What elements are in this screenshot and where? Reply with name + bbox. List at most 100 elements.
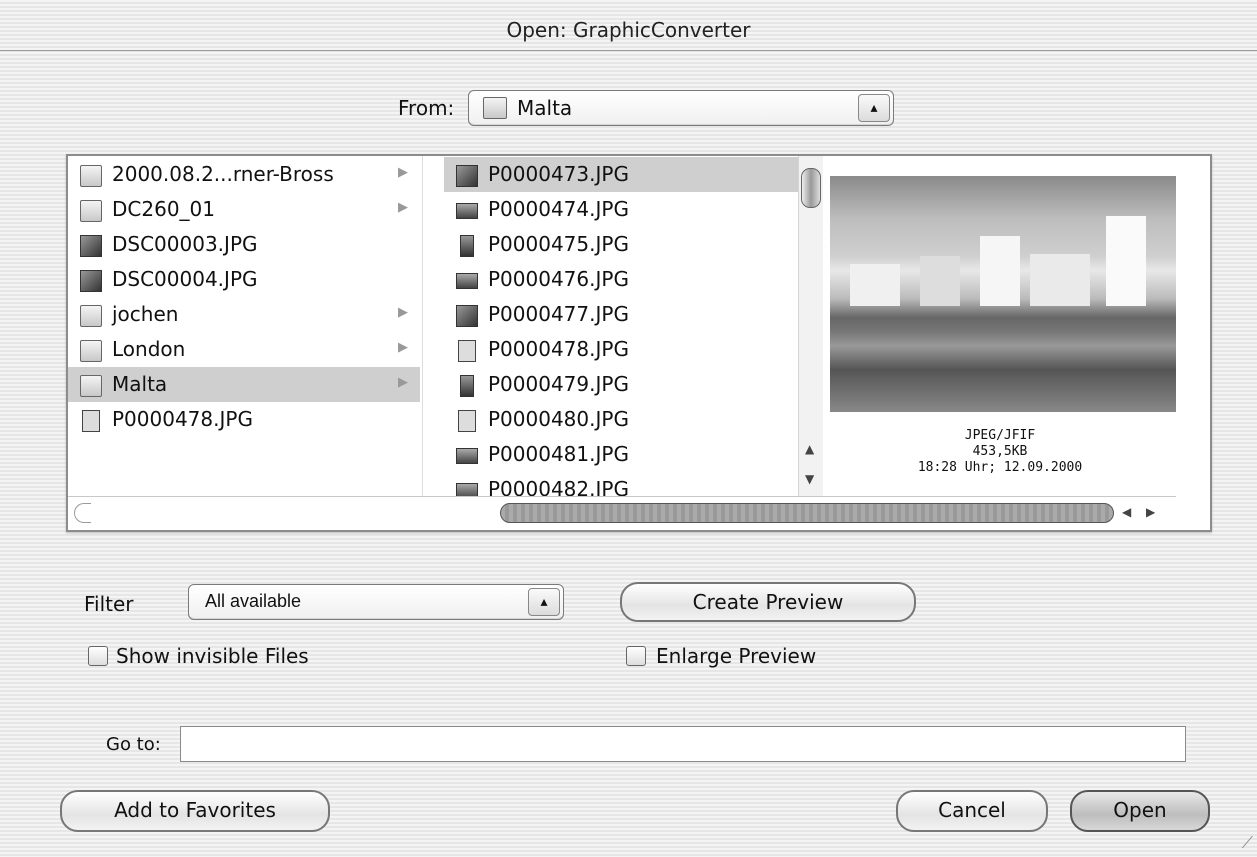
photo-icon [456, 273, 478, 289]
photo-icon [456, 448, 478, 464]
browser-column-right: P0000473.JPG P0000474.JPG P0000475.JPG P000… [444, 156, 798, 496]
goto-label: Go to: [106, 734, 161, 755]
list-item-label: P0000478.JPG [112, 407, 253, 431]
list-item[interactable]: 2000.08.2...rner-Bross ▶ [68, 157, 420, 192]
preview-format: JPEG/JFIF [964, 428, 1036, 443]
list-item-label: Malta [112, 372, 168, 396]
photo-icon [460, 375, 474, 397]
filter-value: All available [205, 591, 302, 611]
list-item-label: P0000478.JPG [488, 337, 629, 361]
photo-icon [458, 410, 476, 432]
list-item[interactable]: P0000478.JPG [444, 332, 798, 367]
title-bar: Open: GraphicConverter [0, 0, 1257, 51]
enlarge-preview-checkbox[interactable] [626, 646, 646, 666]
add-to-favorites-button[interactable]: Add to Favorites [60, 790, 330, 832]
photo-icon [460, 235, 474, 257]
show-invisible-label: Show invisible Files [116, 644, 309, 668]
disclosure-arrow-icon: ▶ [398, 305, 408, 320]
list-item[interactable]: P0000479.JPG [444, 367, 798, 402]
list-item[interactable]: DSC00004.JPG [68, 262, 420, 297]
list-item-label: P0000475.JPG [488, 232, 629, 256]
photo-icon [456, 203, 478, 219]
cancel-button[interactable]: Cancel [896, 790, 1048, 832]
file-browser[interactable]: 2000.08.2...rner-Bross ▶ DC260_01 ▶ DSC00003… [66, 154, 1212, 532]
list-item[interactable]: P0000481.JPG [444, 437, 798, 472]
scroll-up-icon[interactable]: ▲ [805, 442, 814, 456]
list-item-label: P0000479.JPG [488, 372, 629, 396]
horizontal-scrollbar[interactable]: ◀ ▶ [68, 496, 1176, 527]
preview-info: JPEG/JFIF 453,5KB 18:28 Uhr; 12.09.2000 [824, 428, 1176, 476]
list-item[interactable]: P0000476.JPG [444, 262, 798, 297]
scroll-left-icon[interactable]: ◀ [1122, 505, 1131, 519]
folder-icon [80, 375, 102, 397]
browser-column-left: 2000.08.2...rner-Bross ▶ DC260_01 ▶ DSC00003… [68, 156, 420, 496]
vertical-scrollbar[interactable]: ▲ ▼ [798, 156, 823, 496]
disclosure-arrow-icon: ▶ [398, 200, 408, 215]
enlarge-preview-label: Enlarge Preview [656, 644, 817, 668]
popup-arrows-icon: ▴ [858, 94, 890, 122]
preview-pane: JPEG/JFIF 453,5KB 18:28 Uhr; 12.09.2000 [824, 156, 1176, 496]
window-title: Open: GraphicConverter [506, 18, 751, 42]
list-item[interactable]: jochen ▶ [68, 297, 420, 332]
list-item-label: P0000476.JPG [488, 267, 629, 291]
folder-icon [80, 200, 102, 222]
list-item-label: DSC00003.JPG [112, 232, 258, 256]
resize-grip-icon[interactable]: ⟋ [1242, 833, 1253, 853]
scroll-right-icon[interactable]: ▶ [1146, 505, 1155, 519]
from-popup[interactable]: Malta ▴ [468, 90, 894, 126]
list-item[interactable]: DC260_01 ▶ [68, 192, 420, 227]
popup-arrows-icon: ▴ [528, 588, 560, 616]
goto-input[interactable] [180, 726, 1186, 762]
column-divider [422, 156, 423, 496]
list-item-label: jochen [112, 302, 179, 326]
filter-popup[interactable]: All available ▴ [188, 584, 564, 620]
photo-icon [456, 305, 478, 327]
list-item-label: P0000473.JPG [488, 162, 629, 186]
list-item[interactable]: DSC00003.JPG [68, 227, 420, 262]
list-item[interactable]: London ▶ [68, 332, 420, 367]
horizontal-scroll-track-start [74, 503, 91, 523]
list-item-label: P0000481.JPG [488, 442, 629, 466]
disclosure-arrow-icon: ▶ [398, 375, 408, 390]
folder-icon [80, 305, 102, 327]
file-icon [82, 410, 100, 432]
scroll-down-icon[interactable]: ▼ [805, 472, 814, 486]
preview-size: 453,5KB [972, 444, 1028, 459]
list-item[interactable]: P0000473.JPG [444, 157, 798, 192]
folder-icon [483, 97, 507, 119]
list-item-label: P0000474.JPG [488, 197, 629, 221]
list-item[interactable]: Malta ▶ [68, 367, 420, 402]
preview-image [830, 176, 1176, 412]
open-button[interactable]: Open [1070, 790, 1210, 832]
filter-label: Filter [84, 592, 134, 616]
disclosure-arrow-icon: ▶ [398, 340, 408, 355]
folder-icon [80, 165, 102, 187]
list-item[interactable]: P0000477.JPG [444, 297, 798, 332]
title-divider [0, 50, 1257, 51]
list-item[interactable]: P0000482.JPG [444, 472, 798, 496]
list-item-label: DSC00004.JPG [112, 267, 258, 291]
photo-icon [456, 483, 478, 496]
from-label: From: [398, 96, 455, 120]
list-item-label: DC260_01 [112, 197, 215, 221]
preview-date: 18:28 Uhr; 12.09.2000 [917, 460, 1083, 475]
list-item-label: London [112, 337, 186, 361]
folder-icon [80, 340, 102, 362]
photo-icon [80, 235, 102, 257]
list-item[interactable]: P0000475.JPG [444, 227, 798, 262]
photo-icon [80, 270, 102, 292]
list-item-label: P0000477.JPG [488, 302, 629, 326]
list-item[interactable]: P0000480.JPG [444, 402, 798, 437]
list-item[interactable]: P0000474.JPG [444, 192, 798, 227]
vertical-scroll-thumb[interactable] [801, 168, 821, 208]
list-item-label: P0000480.JPG [488, 407, 629, 431]
create-preview-button[interactable]: Create Preview [620, 582, 916, 622]
from-value: Malta [517, 96, 573, 120]
show-invisible-checkbox[interactable] [88, 646, 108, 666]
list-item[interactable]: P0000478.JPG [68, 402, 420, 437]
horizontal-scroll-thumb[interactable] [500, 503, 1114, 523]
list-item-label: P0000482.JPG [488, 477, 629, 496]
photo-icon [458, 340, 476, 362]
photo-icon [456, 165, 478, 187]
disclosure-arrow-icon: ▶ [398, 165, 408, 180]
